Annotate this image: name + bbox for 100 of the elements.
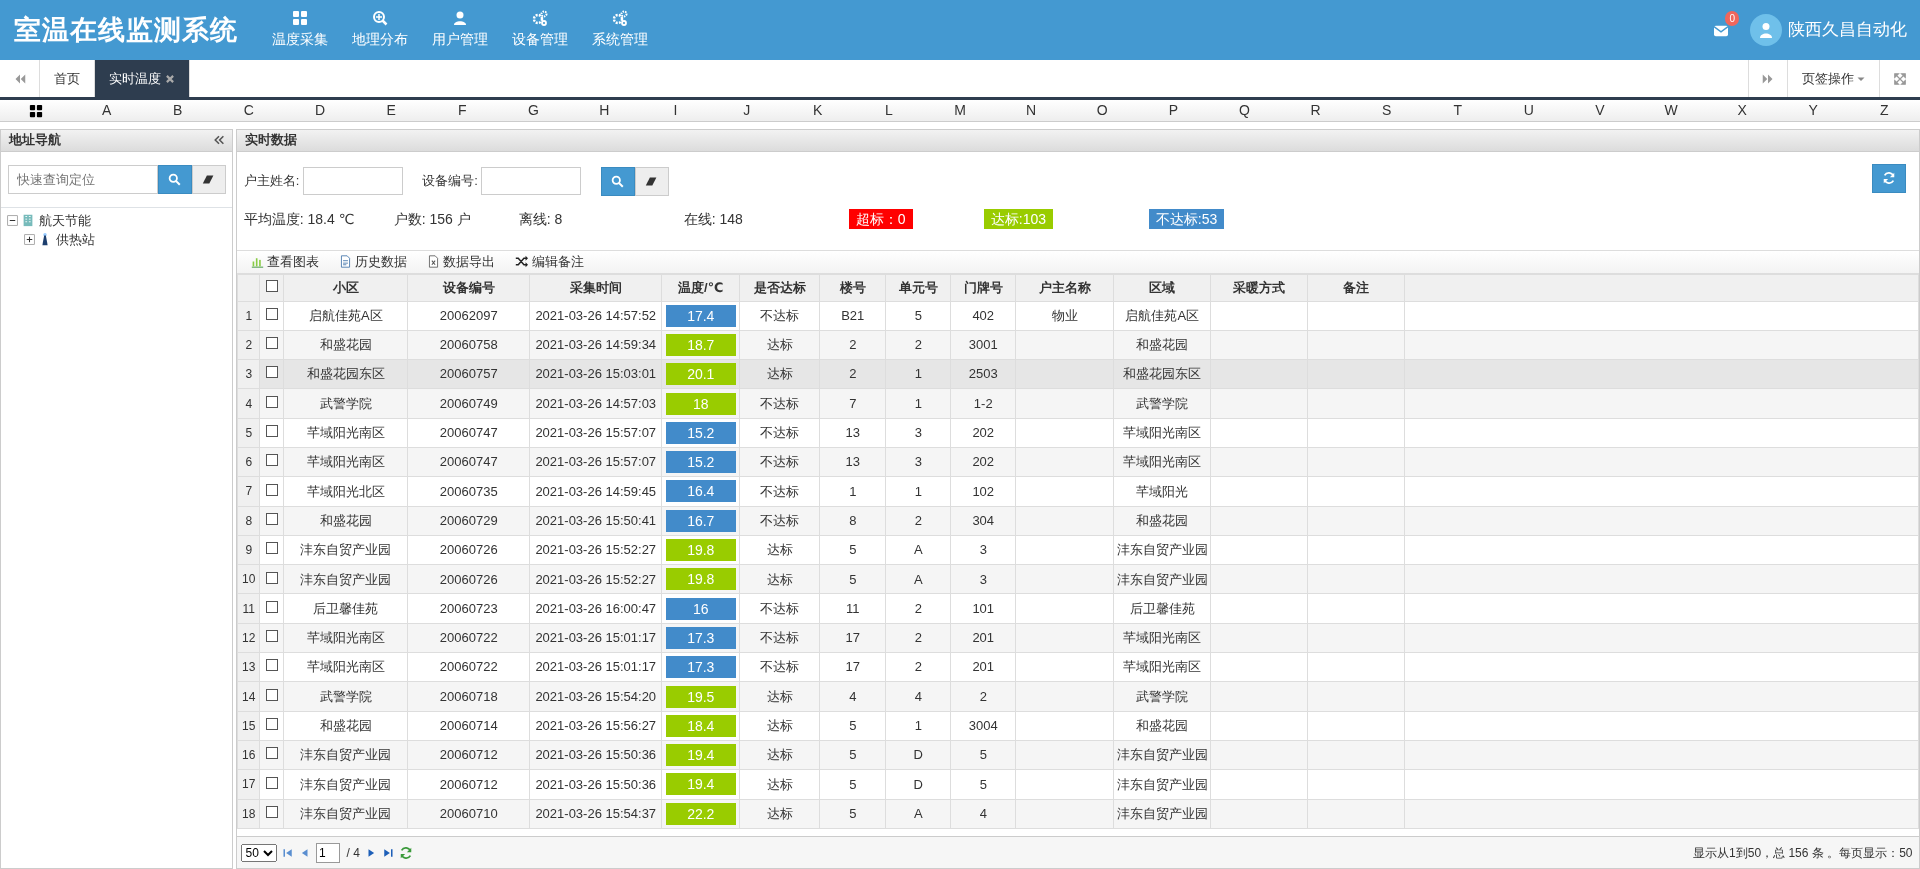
- letter-filter[interactable]: Q: [1238, 102, 1250, 118]
- letter-filter[interactable]: W: [1664, 102, 1678, 118]
- letter-filter[interactable]: M: [954, 102, 966, 118]
- page-size-select[interactable]: 50: [240, 843, 277, 862]
- text-field[interactable]: [481, 167, 581, 195]
- row-checkbox[interactable]: [265, 600, 278, 613]
- collapse-icon[interactable]: [214, 135, 224, 145]
- table-row[interactable]: 13 芊域阳光南区 20060722 2021-03-26 15:01:17 17.3 不达标 17 2 201 芊域阳光南区: [237, 652, 1919, 682]
- page-tab[interactable]: 实时温度: [95, 60, 190, 97]
- page-number-field[interactable]: 1: [316, 842, 340, 863]
- table-row[interactable]: 14 武警学院 20060718 2021-03-26 15:54:20 19.5 达标 4 4 2 武警学院: [237, 681, 1919, 712]
- letter-filter[interactable]: T: [1453, 102, 1462, 118]
- table-row[interactable]: 11 后卫馨佳苑 20060723 2021-03-26 16:00:47 16 不达标 11 2 101 后卫馨佳苑: [237, 593, 1919, 624]
- table-row[interactable]: 6 芊域阳光南区 20060747 2021-03-26 15:57:07 15.2 不达标 13 3 202 芊域阳光南区: [237, 447, 1919, 477]
- letter-filter[interactable]: S: [1381, 102, 1392, 118]
- search-button[interactable]: [600, 166, 635, 196]
- row-checkbox[interactable]: [265, 366, 278, 379]
- toolbar-button[interactable]: 数据导出: [417, 251, 506, 272]
- toolbar-button[interactable]: 查看图表: [240, 251, 329, 272]
- table-row[interactable]: 2 和盛花园 20060758 2021-03-26 14:59:34 18.7 达标 2 2 3001 和盛花园: [237, 330, 1919, 360]
- row-checkbox[interactable]: [265, 337, 278, 350]
- letter-filter[interactable]: G: [527, 102, 539, 118]
- letter-filter[interactable]: Z: [1880, 102, 1889, 118]
- row-checkbox[interactable]: [265, 512, 278, 525]
- column-header[interactable]: 户主名称: [1015, 274, 1114, 301]
- table-row[interactable]: 1 启航佳苑A区 20062097 2021-03-26 14:57:52 17.4 不达标 B21 5 402 物业 启航佳苑A区: [237, 301, 1919, 331]
- letter-filter[interactable]: C: [243, 102, 254, 118]
- column-header[interactable]: 门牌号: [950, 274, 1016, 301]
- column-header[interactable]: 采集时间: [529, 274, 662, 301]
- letter-filter[interactable]: K: [813, 102, 823, 118]
- letter-filter[interactable]: X: [1737, 102, 1747, 118]
- row-checkbox[interactable]: [265, 688, 278, 701]
- table-row[interactable]: 3 和盛花园东区 20060757 2021-03-26 15:03:01 20.1 达标 2 1 2503 和盛花园东区: [237, 359, 1919, 389]
- row-checkbox[interactable]: [265, 630, 278, 643]
- letter-filter[interactable]: J: [743, 102, 751, 118]
- letter-filter[interactable]: P: [1168, 102, 1178, 118]
- letter-filter[interactable]: E: [386, 102, 396, 118]
- letter-filter[interactable]: O: [1096, 102, 1108, 118]
- column-header[interactable]: 楼号: [819, 274, 886, 301]
- row-checkbox[interactable]: [265, 659, 278, 672]
- table-row[interactable]: 18 沣东自贸产业园 20060710 2021-03-26 15:54:37 22.2 达标 5 A 4 沣东自贸产业园: [237, 799, 1919, 829]
- column-header[interactable]: 采暖方式: [1210, 274, 1308, 301]
- expand-toggle-icon[interactable]: [24, 233, 35, 245]
- column-header[interactable]: 是否达标: [739, 274, 820, 301]
- letter-filter[interactable]: L: [884, 102, 893, 118]
- letter-filter[interactable]: D: [314, 102, 326, 118]
- column-header[interactable]: 单元号: [885, 274, 951, 301]
- table-row[interactable]: 12 芊域阳光南区 20060722 2021-03-26 15:01:17 17.3 不达标 17 2 201 芊域阳光南区: [237, 623, 1919, 653]
- search-button[interactable]: [157, 164, 192, 194]
- letter-filter[interactable]: H: [599, 102, 610, 118]
- column-header[interactable]: 设备编号: [407, 274, 530, 301]
- row-checkbox[interactable]: [265, 805, 278, 818]
- search-field[interactable]: 快速查询定位: [7, 164, 158, 194]
- row-checkbox[interactable]: [265, 776, 278, 789]
- table-row[interactable]: 10 沣东自贸产业园 20060726 2021-03-26 15:52:27 19.8 达标 5 A 3 沣东自贸产业园: [237, 564, 1919, 594]
- first-page-icon[interactable]: [283, 847, 293, 858]
- tree-item[interactable]: 航天节能: [38, 210, 91, 230]
- row-checkbox[interactable]: [265, 395, 278, 408]
- row-checkbox[interactable]: [265, 425, 278, 438]
- letter-filter[interactable]: F: [457, 102, 467, 118]
- fullscreen-icon[interactable]: [1894, 72, 1906, 85]
- letter-filter[interactable]: N: [1026, 102, 1037, 118]
- row-checkbox[interactable]: [265, 542, 278, 555]
- column-header[interactable]: 区域: [1113, 274, 1211, 301]
- letter-filter[interactable]: I: [673, 102, 678, 118]
- tab-actions-dropdown[interactable]: 页签操作: [1788, 60, 1880, 97]
- last-page-icon[interactable]: [382, 847, 393, 858]
- letter-filter[interactable]: A: [102, 102, 112, 118]
- refresh-icon[interactable]: [399, 845, 414, 860]
- scroll-right-icon[interactable]: [1762, 72, 1774, 85]
- user-avatar[interactable]: [1749, 14, 1782, 46]
- clear-button[interactable]: [634, 166, 669, 196]
- letter-filter[interactable]: V: [1595, 102, 1605, 118]
- row-checkbox[interactable]: [265, 454, 278, 467]
- table-row[interactable]: 15 和盛花园 20060714 2021-03-26 15:56:27 18.4 达标 5 1 3004 和盛花园: [237, 711, 1919, 741]
- clear-button[interactable]: [191, 164, 226, 194]
- column-header[interactable]: 备注: [1307, 274, 1405, 301]
- letter-filter[interactable]: B: [173, 102, 183, 118]
- row-checkbox[interactable]: [265, 483, 278, 496]
- letter-filter[interactable]: Y: [1808, 102, 1818, 118]
- table-row[interactable]: 16 沣东自贸产业园 20060712 2021-03-26 15:50:36 19.4 达标 5 D 5 沣东自贸产业园: [237, 740, 1919, 770]
- table-row[interactable]: 17 沣东自贸产业园 20060712 2021-03-26 15:50:36 19.4 达标 5 D 5 沣东自贸产业园: [237, 769, 1919, 800]
- table-row[interactable]: 7 芊域阳光北区 20060735 2021-03-26 14:59:45 16.4 不达标 1 1 102 芊域阳光: [237, 476, 1919, 507]
- row-checkbox[interactable]: [265, 571, 278, 584]
- letter-filter[interactable]: U: [1523, 102, 1534, 118]
- row-checkbox[interactable]: [265, 747, 278, 760]
- table-row[interactable]: 4 武警学院 20060749 2021-03-26 14:57:03 18 不达标 7 1 1-2 武警学院: [237, 388, 1919, 419]
- toolbar-button[interactable]: 历史数据: [328, 251, 417, 272]
- tree-item[interactable]: 供热站: [55, 229, 95, 249]
- grid-icon[interactable]: [28, 104, 43, 119]
- column-header[interactable]: 温度/℃: [661, 274, 740, 301]
- mail-icon[interactable]: [1712, 23, 1730, 38]
- close-icon[interactable]: [165, 73, 175, 84]
- text-field[interactable]: [302, 167, 403, 195]
- scroll-left-icon[interactable]: [13, 72, 26, 85]
- table-row[interactable]: 9 沣东自贸产业园 20060726 2021-03-26 15:52:27 19.8 达标 5 A 3 沣东自贸产业园: [237, 535, 1919, 565]
- table-row[interactable]: 5 芊域阳光南区 20060747 2021-03-26 15:57:07 15.2 不达标 13 3 202 芊域阳光南区: [237, 418, 1919, 448]
- select-all-checkbox[interactable]: [265, 279, 278, 292]
- row-checkbox[interactable]: [265, 718, 278, 731]
- collapse-toggle-icon[interactable]: [7, 214, 18, 226]
